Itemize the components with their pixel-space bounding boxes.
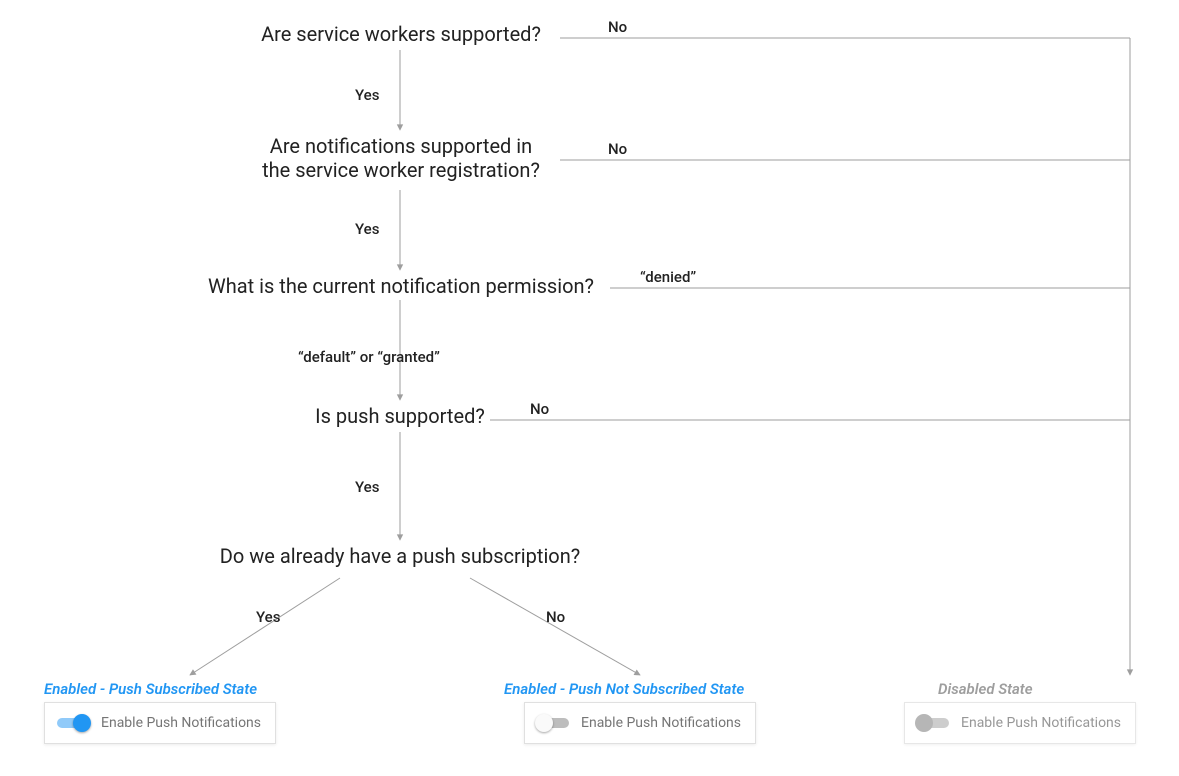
question-service-workers: Are service workers supported? <box>236 22 566 46</box>
state-label-disabled: Enable Push Notifications <box>961 715 1121 731</box>
question-notifications-supported: Are notifications supported in the servi… <box>236 134 566 182</box>
question-have-subscription: Do we already have a push subscription? <box>200 544 600 568</box>
state-label-not-subscribed: Enable Push Notifications <box>581 715 741 731</box>
state-title-subscribed: Enabled - Push Subscribed State <box>44 680 257 698</box>
answer-default-or-granted: “default” or “granted” <box>298 348 440 366</box>
flow-lines <box>0 0 1179 776</box>
switch-disabled-icon <box>915 713 951 733</box>
state-title-not-subscribed: Enabled - Push Not Subscribed State <box>504 680 744 698</box>
state-title-disabled: Disabled State <box>938 680 1033 698</box>
answer-no-q2: No <box>608 140 627 158</box>
answer-yes-q4: Yes <box>355 478 379 496</box>
answer-no-q4: No <box>530 400 549 418</box>
state-label-subscribed: Enable Push Notifications <box>101 715 261 731</box>
state-card-not-subscribed: Enable Push Notifications <box>524 702 756 744</box>
state-card-disabled: Enable Push Notifications <box>904 702 1136 744</box>
state-card-subscribed: Enable Push Notifications <box>44 702 276 744</box>
question-permission: What is the current notification permiss… <box>186 274 616 298</box>
answer-no-q1: No <box>608 18 627 36</box>
question-push-supported: Is push supported? <box>310 404 490 428</box>
answer-yes-q5: Yes <box>256 608 280 626</box>
answer-yes-q1: Yes <box>355 86 379 104</box>
answer-yes-q2: Yes <box>355 220 379 238</box>
switch-off-icon <box>535 713 571 733</box>
answer-denied: “denied” <box>640 268 696 286</box>
answer-no-q5: No <box>546 608 565 626</box>
switch-on-icon <box>55 713 91 733</box>
